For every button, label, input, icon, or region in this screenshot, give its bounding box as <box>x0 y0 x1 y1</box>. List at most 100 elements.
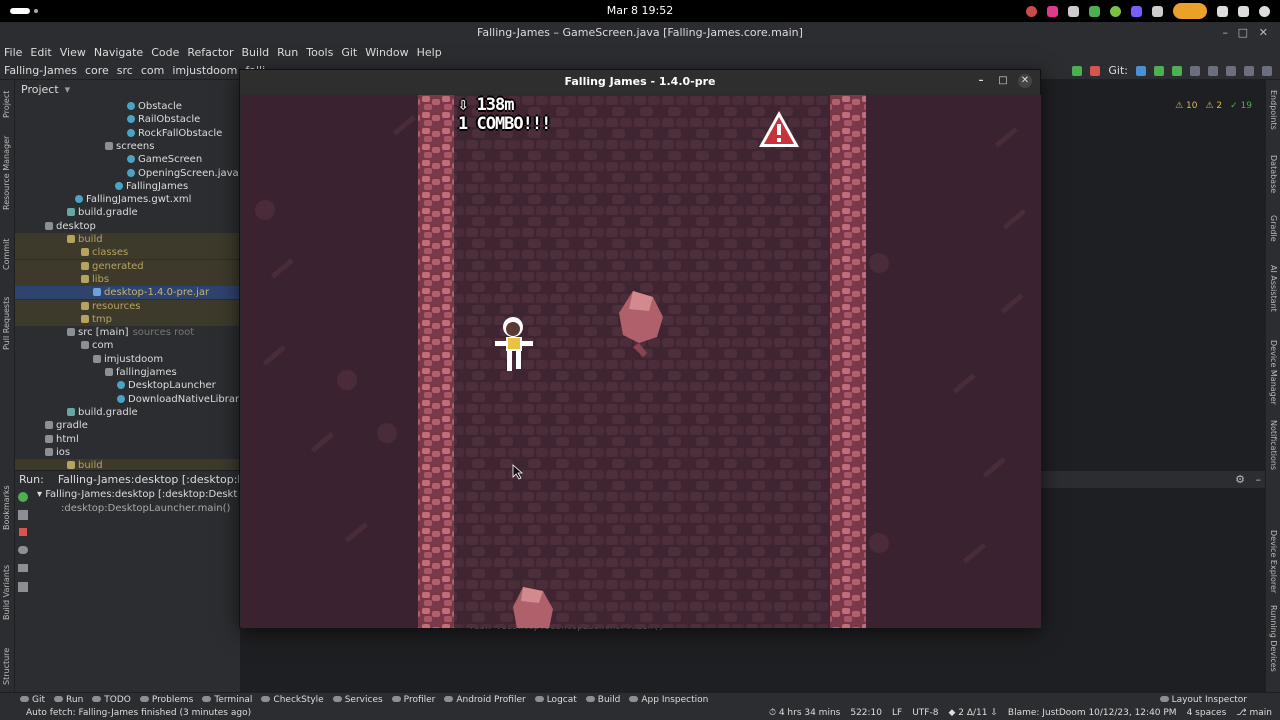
tree-item[interactable]: RockFallObstacle <box>15 127 240 140</box>
tree-item[interactable]: build.gradle <box>15 406 240 419</box>
eye-icon[interactable] <box>18 546 28 554</box>
menu-git[interactable]: Git <box>337 44 361 62</box>
tree-item[interactable]: generated <box>15 259 240 273</box>
tree-item[interactable]: FallingJames.gwt.xml <box>15 193 240 206</box>
menu-code[interactable]: Code <box>147 44 183 62</box>
gear-icon[interactable]: ⚙ <box>1235 473 1245 486</box>
tray-icon-5[interactable] <box>1110 5 1121 17</box>
right-tool-endpoints[interactable]: Endpoints <box>1269 90 1278 130</box>
tree-item[interactable]: fallingjames <box>15 366 240 379</box>
tree-item[interactable]: DesktopLauncher <box>15 379 240 392</box>
menu-edit[interactable]: Edit <box>26 44 55 62</box>
menu-help[interactable]: Help <box>413 44 446 62</box>
game-canvas[interactable] <box>241 95 1041 628</box>
tray-icon-1[interactable] <box>1026 5 1037 17</box>
tree-item[interactable]: DownloadNativeLibrary <box>15 393 240 406</box>
tree-item[interactable]: FallingJames <box>15 180 240 193</box>
git-push-icon[interactable] <box>1172 65 1182 76</box>
bottom-tab-todo[interactable]: TODO <box>92 695 140 705</box>
game-maximize-icon[interactable]: □ <box>996 74 1010 88</box>
menu-navigate[interactable]: Navigate <box>90 44 147 62</box>
tree-item[interactable]: GameScreen <box>15 153 240 166</box>
status-time[interactable]: ⏱ 4 hrs 34 mins <box>769 708 840 718</box>
status-message[interactable]: Auto fetch: Falling-James finished (3 mi… <box>26 708 251 718</box>
hide-panel-icon[interactable]: – <box>1256 473 1262 486</box>
git-branch[interactable]: ⎇ main <box>1236 708 1272 718</box>
tree-item[interactable]: html <box>15 433 240 446</box>
blame-info[interactable]: Blame: JustDoom 10/12/23, 12:40 PM <box>1008 708 1177 718</box>
tree-item[interactable]: tmp <box>15 312 240 326</box>
stop-icon[interactable] <box>1090 65 1101 76</box>
bottom-tab-layout-inspector[interactable]: Layout Inspector <box>1159 695 1256 705</box>
project-panel-header[interactable]: Project ▾ <box>15 80 240 98</box>
menu-run[interactable]: Run <box>273 44 302 62</box>
rollback-icon[interactable] <box>1208 65 1218 76</box>
game-minimize-icon[interactable]: – <box>974 74 988 88</box>
menu-file[interactable]: File <box>0 44 26 62</box>
left-tool-commit[interactable]: Commit <box>2 239 11 270</box>
menu-tools[interactable]: Tools <box>302 44 337 62</box>
right-tool-gradle[interactable]: Gradle <box>1269 215 1278 242</box>
right-tool-device-manager[interactable]: Device Manager <box>1269 340 1278 405</box>
network-icon[interactable] <box>1217 5 1228 17</box>
bottom-tab-android-profiler[interactable]: Android Profiler <box>444 695 534 705</box>
tree-item[interactable]: desktop <box>15 220 240 233</box>
bottom-tab-app-inspection[interactable]: App Inspection <box>629 695 717 705</box>
menu-window[interactable]: Window <box>361 44 412 62</box>
run-config-icon[interactable] <box>1072 65 1083 76</box>
breadcrumb-item[interactable]: core <box>81 64 113 77</box>
layout-icon[interactable] <box>18 564 28 572</box>
git-update-icon[interactable] <box>1136 65 1146 76</box>
tree-item[interactable]: build <box>15 233 240 246</box>
indicator-highlight[interactable] <box>1173 3 1207 19</box>
breadcrumb-item[interactable]: Falling-James <box>0 64 81 77</box>
menu-refactor[interactable]: Refactor <box>183 44 237 62</box>
tree-item[interactable]: src [main] sources root <box>15 326 240 339</box>
inspection-widget[interactable]: ⚠ 10 ⚠ 2 ✓ 19 <box>1175 101 1252 111</box>
tree-item[interactable]: imjustdoom <box>15 353 240 366</box>
bottom-tab-git[interactable]: Git <box>20 695 54 705</box>
stop-icon[interactable] <box>19 528 27 536</box>
settings-icon[interactable] <box>1244 65 1254 76</box>
left-tool-pull-requests[interactable]: Pull Requests <box>2 297 11 350</box>
typo-count[interactable]: ✓ 19 <box>1230 101 1252 111</box>
tree-item[interactable]: screens <box>15 140 240 153</box>
right-tool-ai-assistant[interactable]: AI Assistant <box>1269 265 1278 312</box>
tree-item[interactable]: ios <box>15 446 240 459</box>
search-icon[interactable] <box>1226 65 1236 76</box>
maximize-icon[interactable]: □ <box>1238 22 1248 44</box>
left-tool-structure[interactable]: Structure <box>2 648 11 685</box>
game-titlebar[interactable]: Falling James - 1.4.0-pre – □ ✕ <box>240 70 1040 94</box>
tree-item[interactable]: build.gradle <box>15 206 240 219</box>
bottom-tab-logcat[interactable]: Logcat <box>534 695 586 705</box>
ide-update-icon[interactable] <box>1262 65 1272 76</box>
run-tree-root[interactable]: ▾ Falling-James:desktop [:desktop:Deskt <box>15 488 240 502</box>
game-close-icon[interactable]: ✕ <box>1018 74 1032 88</box>
left-tool-bookmarks[interactable]: Bookmarks <box>2 485 11 530</box>
chevron-down-icon[interactable]: ▾ <box>65 83 71 96</box>
right-tool-device-explorer[interactable]: Device Explorer <box>1269 530 1278 593</box>
line-separator[interactable]: LF <box>892 708 902 718</box>
game-window[interactable]: Falling James - 1.4.0-pre – □ ✕ <box>239 69 1041 628</box>
bottom-tab-run[interactable]: Run <box>54 695 92 705</box>
bottom-tab-problems[interactable]: Problems <box>139 695 202 705</box>
tray-icon-2[interactable] <box>1047 5 1058 17</box>
wrench-icon[interactable] <box>18 510 28 520</box>
bottom-tab-services[interactable]: Services <box>332 695 392 705</box>
right-tool-notifications[interactable]: Notifications <box>1269 420 1278 470</box>
git-commit-icon[interactable] <box>1154 65 1164 76</box>
menu-view[interactable]: View <box>56 44 90 62</box>
system-tray[interactable] <box>1026 3 1270 19</box>
discord-icon[interactable] <box>1068 5 1079 17</box>
left-tool-build-variants[interactable]: Build Variants <box>2 565 11 620</box>
bottom-tab-build[interactable]: Build <box>585 695 630 705</box>
tree-item[interactable]: desktop-1.4.0-pre.jar <box>15 286 240 300</box>
minimize-icon[interactable]: – <box>1223 22 1229 44</box>
breadcrumb-item[interactable]: imjustdoom <box>168 64 241 77</box>
weak-warning-count[interactable]: ⚠ 2 <box>1205 101 1222 111</box>
tree-item[interactable]: OpeningScreen.java <box>15 167 240 180</box>
power-icon[interactable] <box>1259 5 1270 17</box>
indent-setting[interactable]: 4 spaces <box>1187 708 1227 718</box>
bottom-tab-terminal[interactable]: Terminal <box>202 695 261 705</box>
tree-item[interactable]: build <box>15 459 240 470</box>
